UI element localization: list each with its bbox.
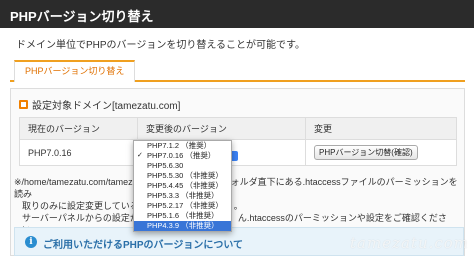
change-cell: PHPバージョン切替(確認)	[305, 139, 457, 166]
tab-php-version[interactable]: PHPバージョン切り替え	[14, 60, 136, 82]
col-current-version: 現在のバージョン	[19, 117, 138, 140]
version-option[interactable]: PHP5.2.17 （非推奨）	[134, 201, 231, 211]
note-line-2-end: 。	[233, 201, 243, 211]
note-line-1-start: ※/home/tamezatu.com/tamez	[14, 177, 133, 187]
version-option[interactable]: PHP7.1.2 （推奨）	[134, 141, 231, 151]
col-change: 変更	[305, 117, 457, 140]
current-version-value: PHP7.0.16	[19, 139, 138, 166]
version-option[interactable]: PHP5.3.3 （非推奨）	[134, 191, 231, 201]
version-option[interactable]: PHP7.0.16 （推奨）	[134, 151, 231, 161]
version-option[interactable]: PHP4.3.9 （非推奨）	[134, 221, 231, 231]
section-title: 設定対象ドメイン[tamezatu.com]	[19, 97, 180, 112]
table-header-row: 現在のバージョン 変更後のバージョン 変更	[19, 117, 457, 140]
note-line-3-start: サーバーパネルからの設定が反	[22, 213, 148, 223]
page-title: PHPバージョン切り替え	[10, 9, 154, 24]
switch-version-button[interactable]: PHPバージョン切替(確認)	[314, 145, 418, 160]
watermark: tamezatu.com	[350, 234, 470, 252]
square-bullet-icon	[19, 100, 28, 109]
version-dropdown-list: PHP7.1.2 （推奨）PHP7.0.16 （推奨）PHP5.6.30PHP5…	[133, 140, 232, 232]
col-new-version: 変更後のバージョン	[137, 117, 306, 140]
note-line-1: ※/home/tamezatu.com/tamez ォルダ直下にある.htacce…	[14, 176, 464, 200]
version-table: 現在のバージョン 変更後のバージョン 変更 PHP7.0.16 PHPバージョン…	[19, 117, 457, 166]
page-header: PHPバージョン切り替え	[0, 0, 474, 28]
version-option[interactable]: PHP5.6.30	[134, 161, 231, 171]
note-line-2: 取りのみに設定変更している場 。	[14, 200, 464, 212]
version-option[interactable]: PHP5.1.6 （非推奨）	[134, 211, 231, 221]
version-option[interactable]: PHP5.4.45 （非推奨）	[134, 181, 231, 191]
note-line-2-start: 取りのみに設定変更している場	[22, 201, 148, 211]
section-title-text: 設定対象ドメイン[tamezatu.com]	[32, 101, 181, 112]
tab-bar: PHPバージョン切り替え	[10, 60, 465, 82]
info-icon: i	[25, 236, 37, 248]
table-row: PHP7.0.16 PHPバージョン切替(確認)	[19, 139, 457, 166]
version-option[interactable]: PHP5.5.30 （非推奨）	[134, 171, 231, 181]
info-title: ご利用いただけるPHPのバージョンについて	[43, 240, 244, 251]
intro-text: ドメイン単位でPHPのバージョンを切り替えることが可能です。	[16, 40, 306, 51]
